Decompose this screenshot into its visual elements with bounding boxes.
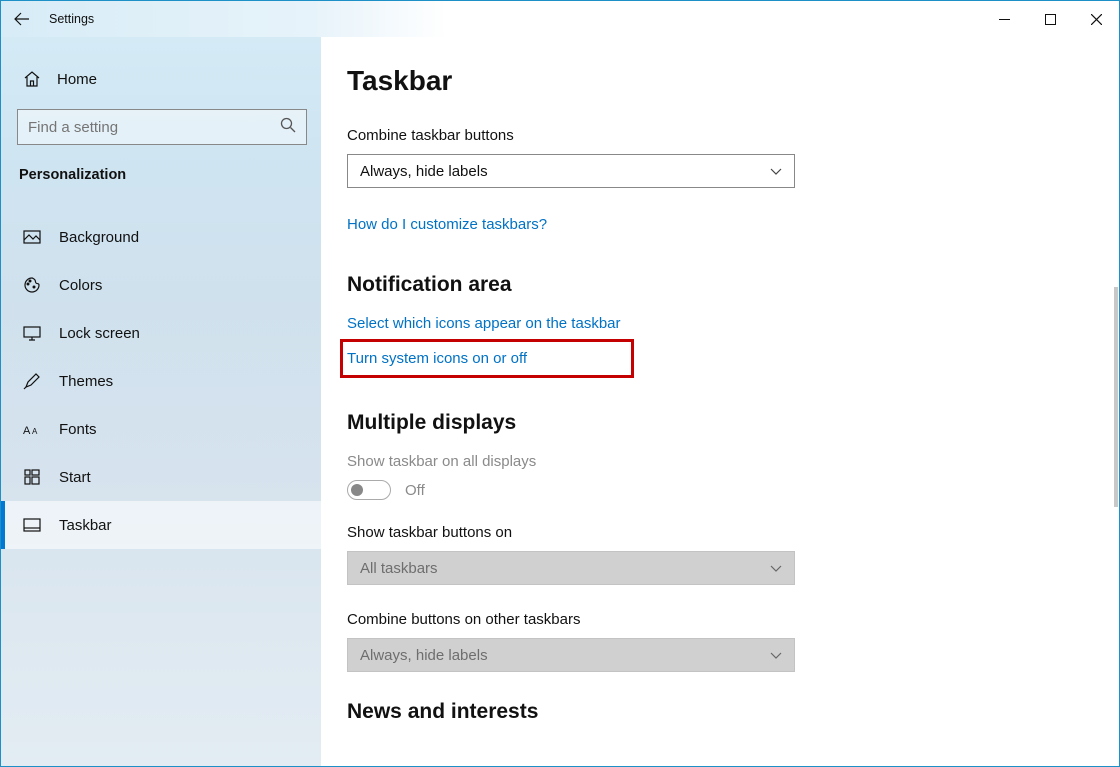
combine-taskbar-label: Combine taskbar buttons [347, 127, 1091, 144]
section-notification-area: Notification area [347, 273, 1091, 297]
sidebar-item-background[interactable]: Background [1, 213, 321, 261]
sidebar-item-label: Fonts [59, 421, 97, 438]
sidebar-item-colors[interactable]: Colors [1, 261, 321, 309]
chevron-down-icon [770, 562, 782, 574]
main-content: Taskbar Combine taskbar buttons Always, … [321, 37, 1119, 766]
titlebar: Settings [1, 1, 1119, 37]
monitor-icon [23, 324, 41, 342]
search-icon [280, 117, 296, 138]
fonts-icon: AA [23, 420, 41, 438]
settings-window: Settings Home [0, 0, 1120, 767]
nav-home[interactable]: Home [1, 57, 321, 101]
help-link-customize-taskbars[interactable]: How do I customize taskbars? [347, 216, 547, 233]
window-title: Settings [49, 12, 94, 26]
sidebar-item-label: Colors [59, 277, 102, 294]
sidebar-item-label: Themes [59, 373, 113, 390]
close-icon [1091, 14, 1102, 25]
dropdown-value: All taskbars [360, 560, 438, 577]
window-controls [981, 1, 1119, 37]
sidebar-item-start[interactable]: Start [1, 453, 321, 501]
link-select-icons[interactable]: Select which icons appear on the taskbar [347, 315, 621, 332]
sidebar-category: Personalization [1, 155, 321, 199]
taskbar-icon [23, 516, 41, 534]
toggle-state-label: Off [405, 482, 425, 499]
section-news-interests: News and interests [347, 700, 1091, 724]
svg-text:A: A [32, 427, 38, 436]
chevron-down-icon [770, 165, 782, 177]
minimize-button[interactable] [981, 1, 1027, 37]
show-all-displays-label: Show taskbar on all displays [347, 453, 1091, 470]
search-input[interactable] [28, 119, 268, 136]
sidebar: Home Personalization Background C [1, 37, 321, 766]
sidebar-item-taskbar[interactable]: Taskbar [1, 501, 321, 549]
sidebar-item-label: Lock screen [59, 325, 140, 342]
maximize-button[interactable] [1027, 1, 1073, 37]
back-button[interactable] [1, 1, 43, 37]
picture-icon [23, 228, 41, 246]
home-icon [23, 70, 41, 88]
svg-text:A: A [23, 425, 31, 436]
sidebar-item-themes[interactable]: Themes [1, 357, 321, 405]
back-arrow-icon [14, 11, 30, 27]
window-body: Home Personalization Background C [1, 37, 1119, 766]
scrollbar-thumb[interactable] [1114, 287, 1118, 507]
link-turn-system-icons[interactable]: Turn system icons on or off [347, 346, 627, 371]
sidebar-item-fonts[interactable]: AA Fonts [1, 405, 321, 453]
palette-icon [23, 276, 41, 294]
sidebar-item-label: Background [59, 229, 139, 246]
close-button[interactable] [1073, 1, 1119, 37]
combine-other-label: Combine buttons on other taskbars [347, 611, 1091, 628]
section-multiple-displays: Multiple displays [347, 411, 1091, 435]
paintbrush-icon [23, 372, 41, 390]
sidebar-item-label: Taskbar [59, 517, 112, 534]
dropdown-value: Always, hide labels [360, 163, 488, 180]
combine-other-dropdown[interactable]: Always, hide labels [347, 638, 795, 672]
page-title: Taskbar [347, 65, 1091, 97]
maximize-icon [1045, 14, 1056, 25]
nav-home-label: Home [57, 71, 97, 88]
sidebar-item-lockscreen[interactable]: Lock screen [1, 309, 321, 357]
minimize-icon [999, 14, 1010, 25]
chevron-down-icon [770, 649, 782, 661]
show-buttons-on-dropdown[interactable]: All taskbars [347, 551, 795, 585]
combine-taskbar-dropdown[interactable]: Always, hide labels [347, 154, 795, 188]
sidebar-nav: Background Colors Lock screen Themes AA … [1, 213, 321, 549]
show-all-displays-toggle[interactable] [347, 480, 391, 500]
search-box[interactable] [17, 109, 307, 145]
dropdown-value: Always, hide labels [360, 647, 488, 664]
sidebar-item-label: Start [59, 469, 91, 486]
show-buttons-on-label: Show taskbar buttons on [347, 524, 1091, 541]
start-grid-icon [23, 468, 41, 486]
